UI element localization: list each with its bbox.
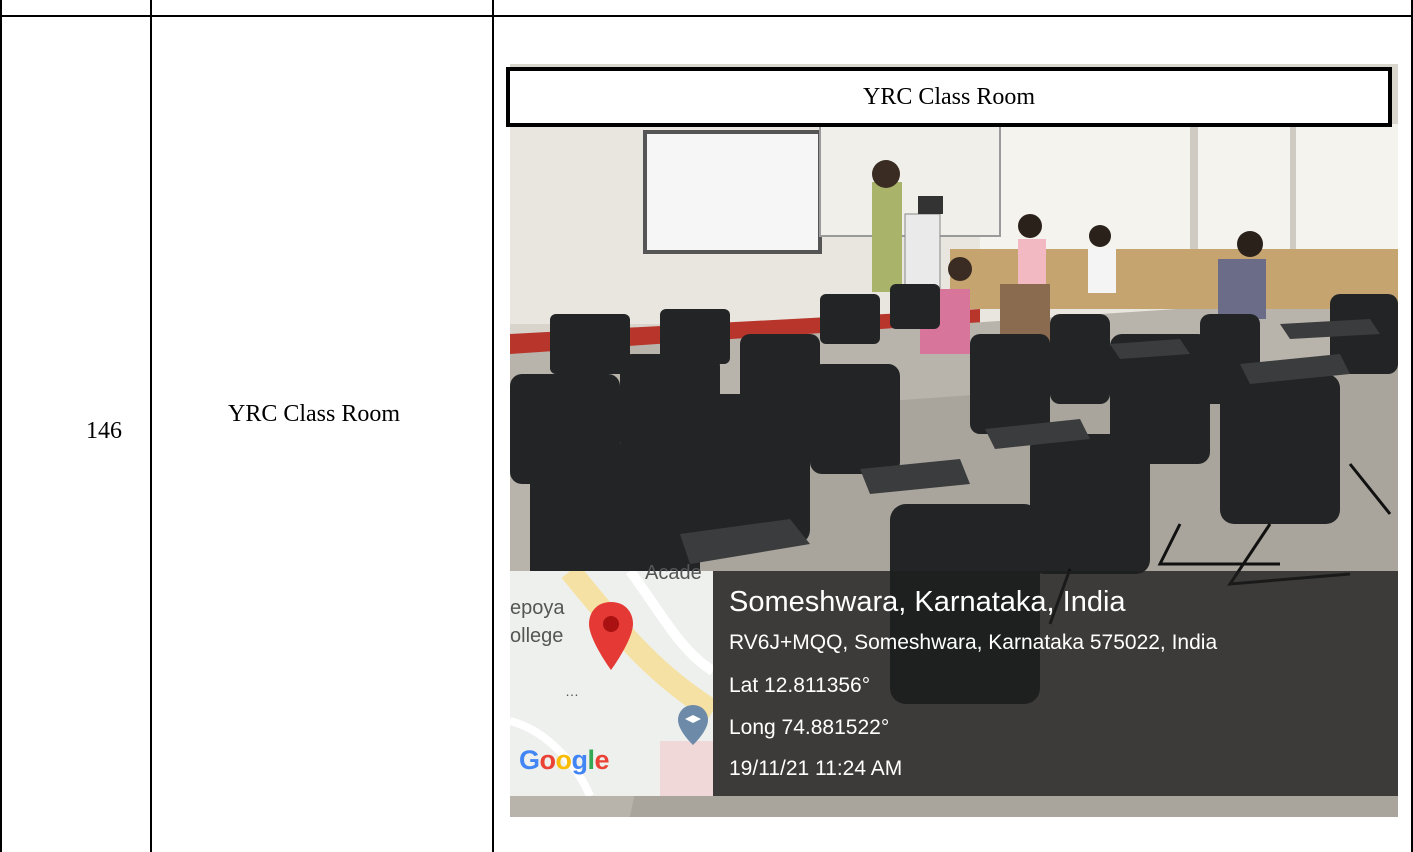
google-logo: Google: [519, 745, 610, 775]
table-border-left: [0, 0, 2, 852]
map-label-1: epoya: [510, 597, 565, 619]
row-name: YRC Class Room: [228, 401, 401, 427]
map-label-top: Acade: [645, 562, 702, 584]
photo-caption: YRC Class Room: [506, 67, 1392, 127]
map-label-2: ollege: [510, 625, 564, 647]
table-divider-2: [492, 0, 494, 852]
table-row-top-border: [0, 15, 1413, 17]
geotag-datetime: 19/11/21 11:24 AM: [729, 757, 903, 780]
geotag-longitude: Long 74.881522°: [729, 716, 890, 739]
geotag-address: RV6J+MQQ, Someshwara, Karnataka 575022, …: [729, 631, 1218, 654]
school-marker-icon: [678, 705, 708, 745]
table-divider-1: [150, 0, 152, 852]
row-number: 146: [86, 418, 122, 444]
map-pin-icon: [589, 602, 633, 670]
geotag-latitude: Lat 12.811356°: [729, 674, 871, 697]
geotag-place: Someshwara, Karnataka, India: [729, 586, 1126, 618]
map-dots: …: [565, 683, 579, 699]
